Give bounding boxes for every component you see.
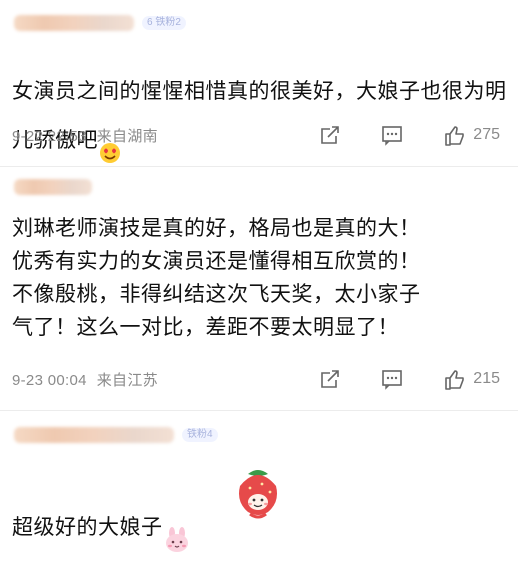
avatar: [14, 179, 92, 195]
fan-badge: 铁粉4: [182, 428, 218, 442]
strawberry-character-sticker: [232, 464, 284, 520]
comment-actions: 215: [319, 368, 500, 390]
comment-meta: 9-23 00:04 来自江苏: [12, 369, 158, 390]
divider: [0, 410, 518, 411]
repost-icon[interactable]: [319, 124, 341, 146]
comment-text-body: 超级好的大娘子: [12, 516, 163, 540]
username-blurred[interactable]: 铁粉4: [14, 424, 218, 446]
avatar: [14, 15, 134, 31]
comment-actions: 275: [319, 124, 500, 146]
location: 来自江苏: [96, 372, 158, 389]
username-blurred[interactable]: [14, 176, 92, 198]
fan-badge: 6 铁粉2: [142, 16, 186, 30]
timestamp: 9-22 22:53: [12, 128, 87, 145]
like-count: 215: [473, 370, 500, 387]
comment-text: 女演员之间的惺惺相惜真的很美好，大娘子也很为明儿骄傲吧: [12, 42, 508, 175]
comment-text: 刘琳老师演技是真的好，格局也是真的大！ 优秀有实力的女演员还是懂得相互欣赏的！ …: [12, 217, 421, 339]
divider: [0, 166, 518, 167]
location: 来自湖南: [96, 128, 158, 145]
avatar: [14, 427, 174, 443]
comment-icon[interactable]: [381, 368, 403, 390]
thumbs-up-icon[interactable]: [443, 368, 465, 390]
repost-icon[interactable]: [319, 368, 341, 390]
timestamp: 9-23 00:04: [12, 372, 87, 389]
thumbs-up-icon[interactable]: [443, 124, 465, 146]
username-blurred[interactable]: 6 铁粉2: [14, 12, 186, 34]
comment-meta: 9-22 22:53 来自湖南: [12, 125, 158, 146]
comment-icon[interactable]: [381, 124, 403, 146]
pink-bunny-face-icon: [163, 494, 191, 563]
like-count: 275: [473, 126, 500, 143]
